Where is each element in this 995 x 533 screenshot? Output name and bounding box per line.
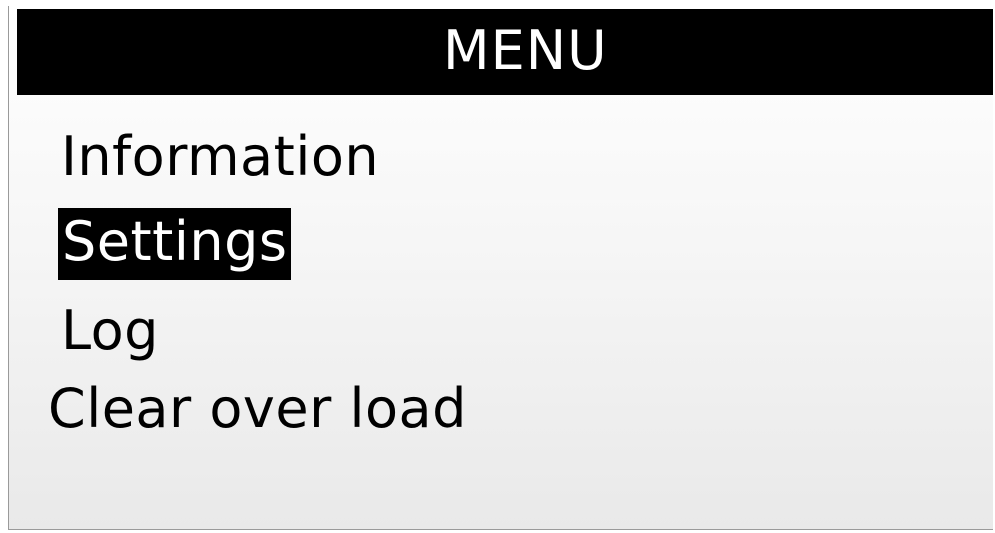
menu-item-information[interactable]: Information [61,125,379,189]
menu-screen: MENU Information Settings Log Clear over… [8,6,993,530]
menu-item-log[interactable]: Log [61,299,159,363]
menu-title: MENU [443,19,608,82]
menu-item-clear-over-load[interactable]: Clear over load [48,377,467,441]
menu-item-settings-selected[interactable]: Settings [58,208,292,280]
menu-header: MENU [17,9,993,95]
